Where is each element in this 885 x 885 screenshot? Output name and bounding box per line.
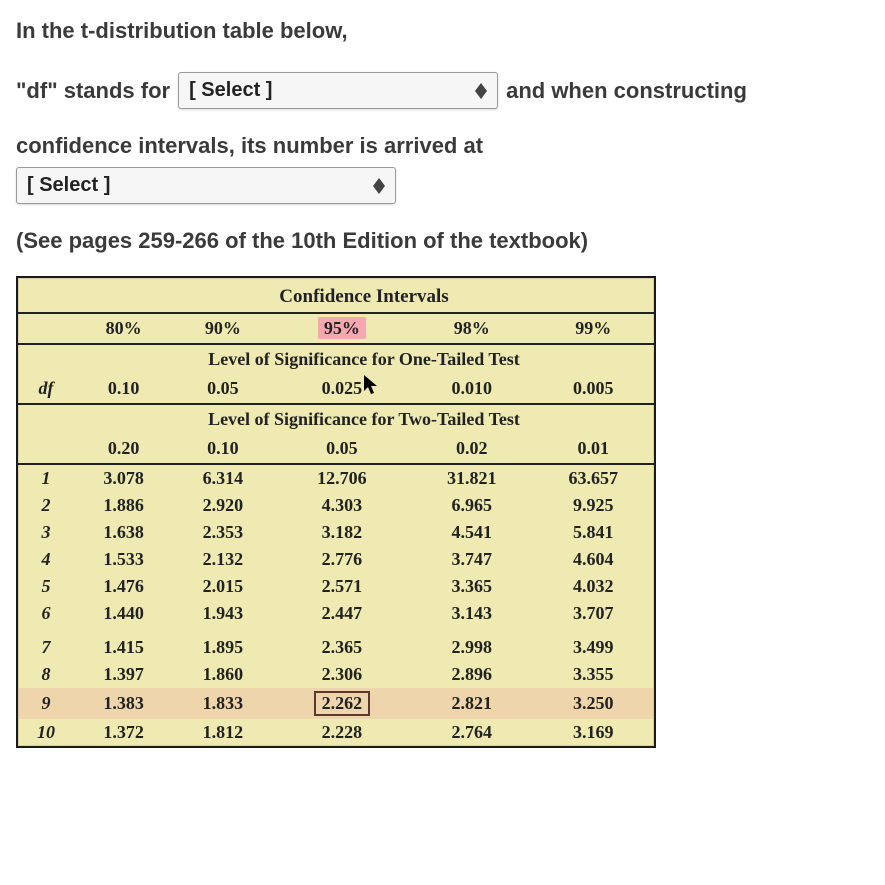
t-value: 5.841 <box>532 519 654 546</box>
t-value: 3.182 <box>273 519 412 546</box>
ci-header: 99% <box>532 313 654 344</box>
select-df-meaning-label: [ Select ] <box>189 79 272 102</box>
t-value: 1.383 <box>74 688 173 719</box>
ci-header: 90% <box>173 313 272 344</box>
df-label: df <box>18 374 74 404</box>
alpha-two-tailed: 0.10 <box>173 434 272 464</box>
t-value: 3.747 <box>411 546 532 573</box>
alpha-two-tailed: 0.05 <box>273 434 412 464</box>
t-value: 1.886 <box>74 492 173 519</box>
select-df-meaning[interactable]: [ Select ] <box>178 72 498 109</box>
df-cell: 9 <box>18 688 74 719</box>
cursor-icon <box>364 375 380 395</box>
t-value: 3.707 <box>532 600 654 627</box>
t-value: 2.447 <box>273 600 412 627</box>
ci-header: 80% <box>74 313 173 344</box>
t-value: 3.499 <box>532 627 654 661</box>
t-value: 4.303 <box>273 492 412 519</box>
select-df-formula[interactable]: [ Select ] <box>16 167 396 204</box>
df-cell: 2 <box>18 492 74 519</box>
t-value: 1.833 <box>173 688 272 719</box>
alpha-one-tailed: 0.10 <box>74 374 173 404</box>
t-value: 2.920 <box>173 492 272 519</box>
t-value: 1.812 <box>173 719 272 746</box>
t-value: 1.372 <box>74 719 173 746</box>
t-value: 1.943 <box>173 600 272 627</box>
t-value: 3.365 <box>411 573 532 600</box>
t-value: 1.440 <box>74 600 173 627</box>
t-value: 1.476 <box>74 573 173 600</box>
chevron-up-down-icon <box>475 83 487 99</box>
df-cell: 1 <box>18 464 74 492</box>
t-value: 3.250 <box>532 688 654 719</box>
select-df-formula-label: [ Select ] <box>27 174 110 197</box>
df-cell: 6 <box>18 600 74 627</box>
t-value: 9.925 <box>532 492 654 519</box>
t-distribution-table: Confidence Intervals 80% 90% 95% 98% 99%… <box>16 276 656 748</box>
t-value: 2.132 <box>173 546 272 573</box>
t-value: 4.604 <box>532 546 654 573</box>
t-value: 12.706 <box>273 464 412 492</box>
t-value: 3.143 <box>411 600 532 627</box>
t-value: 63.657 <box>532 464 654 492</box>
ci-header: 98% <box>411 313 532 344</box>
alpha-two-tailed: 0.20 <box>74 434 173 464</box>
df-cell: 4 <box>18 546 74 573</box>
table-title: Confidence Intervals <box>74 278 654 313</box>
t-value: 1.397 <box>74 661 173 688</box>
t-value: 3.078 <box>74 464 173 492</box>
t-value: 1.895 <box>173 627 272 661</box>
t-value: 2.015 <box>173 573 272 600</box>
question-line-1: "df" stands for [ Select ] and when cons… <box>16 72 869 109</box>
df-cell: 5 <box>18 573 74 600</box>
t-value: 3.169 <box>532 719 654 746</box>
alpha-one-tailed: 0.010 <box>411 374 532 404</box>
df-cell: 7 <box>18 627 74 661</box>
reference-text: (See pages 259-266 of the 10th Edition o… <box>16 228 869 254</box>
t-value: 6.314 <box>173 464 272 492</box>
t-value: 31.821 <box>411 464 532 492</box>
alpha-one-tailed: 0.005 <box>532 374 654 404</box>
alpha-one-tailed: 0.05 <box>173 374 272 404</box>
t-value: 6.965 <box>411 492 532 519</box>
t-value: 4.541 <box>411 519 532 546</box>
intro-text: In the t-distribution table below, <box>16 18 869 44</box>
t-value: 2.764 <box>411 719 532 746</box>
t-value: 2.776 <box>273 546 412 573</box>
t-value-highlighted: 2.262 <box>273 688 412 719</box>
alpha-one-tailed: 0.025 <box>273 374 412 404</box>
question-line-2: confidence intervals, its number is arri… <box>16 133 869 204</box>
t-value: 1.860 <box>173 661 272 688</box>
df-cell: 3 <box>18 519 74 546</box>
alpha-two-tailed: 0.01 <box>532 434 654 464</box>
ci-header: 95% <box>273 313 412 344</box>
t-value: 1.638 <box>74 519 173 546</box>
line2-prefix: confidence intervals, its number is arri… <box>16 133 483 159</box>
t-value: 3.355 <box>532 661 654 688</box>
df-cell: 8 <box>18 661 74 688</box>
t-value: 2.896 <box>411 661 532 688</box>
line1-prefix: "df" stands for <box>16 78 170 104</box>
t-value: 4.032 <box>532 573 654 600</box>
t-value: 2.571 <box>273 573 412 600</box>
t-value: 2.306 <box>273 661 412 688</box>
chevron-up-down-icon <box>373 178 385 194</box>
t-value: 1.533 <box>74 546 173 573</box>
one-tailed-label: Level of Significance for One-Tailed Tes… <box>74 344 654 374</box>
line1-suffix: and when constructing <box>506 78 747 104</box>
t-value: 2.365 <box>273 627 412 661</box>
alpha-two-tailed: 0.02 <box>411 434 532 464</box>
t-value: 1.415 <box>74 627 173 661</box>
two-tailed-label: Level of Significance for Two-Tailed Tes… <box>74 404 654 434</box>
t-value: 2.353 <box>173 519 272 546</box>
t-value: 2.821 <box>411 688 532 719</box>
t-value: 2.228 <box>273 719 412 746</box>
t-value: 2.998 <box>411 627 532 661</box>
df-cell: 10 <box>18 719 74 746</box>
